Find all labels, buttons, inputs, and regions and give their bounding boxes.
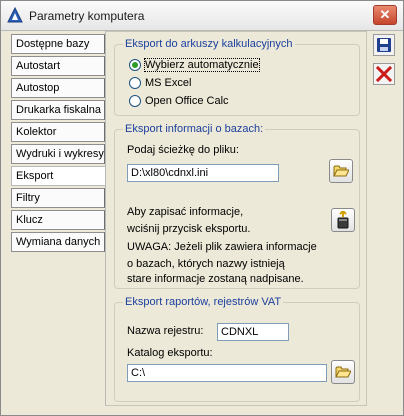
register-label: Nazwa rejestru:: [127, 325, 204, 337]
info-line-1: Aby zapisać informacje,: [127, 206, 244, 218]
settings-window: Parametry komputera ✕ Dostępne bazy Auto…: [0, 0, 404, 416]
group-title: Eksport informacji o bazach:: [123, 123, 266, 135]
window-close-button[interactable]: ✕: [373, 5, 397, 25]
register-input[interactable]: CDNXL: [217, 323, 289, 341]
eksport-panel: Eksport do arkuszy kalkulacyjnych Wybier…: [105, 31, 367, 406]
title-bar[interactable]: Parametry komputera ✕: [1, 1, 403, 31]
db-info-export-group: Eksport informacji o bazach: Podaj ścież…: [114, 123, 360, 289]
tab-wydruki-i-wykresy[interactable]: Wydruki i wykresy: [11, 144, 105, 164]
radio-auto[interactable]: Wybierz automatycznie: [129, 57, 260, 73]
group-title: Eksport raportów, rejestrów VAT: [123, 296, 284, 308]
window-title: Parametry komputera: [29, 9, 145, 23]
reports-export-group: Eksport raportów, rejestrów VAT Nazwa re…: [114, 296, 360, 402]
path-label: Podaj ścieżkę do pliku:: [127, 144, 239, 156]
warning-line-2: o bazach, których nazwy istnieją: [127, 258, 285, 270]
info-line-2: wciśnij przycisk eksportu.: [127, 223, 251, 235]
browse-file-button[interactable]: [329, 159, 353, 183]
export-button[interactable]: [331, 208, 355, 232]
browse-catalog-button[interactable]: [331, 360, 355, 384]
radio-open-office[interactable]: Open Office Calc: [129, 93, 229, 109]
radio-ms-excel[interactable]: MS Excel: [129, 75, 191, 91]
radio-label: Wybierz automatycznie: [144, 58, 260, 72]
radio-button[interactable]: [129, 77, 141, 89]
warning-line-3: stare informacje zostaną nadpisane.: [127, 273, 304, 285]
tab-filtry[interactable]: Filtry: [11, 188, 105, 208]
save-button[interactable]: [373, 34, 395, 56]
radio-button[interactable]: [129, 59, 141, 71]
floppy-disk-icon: [377, 38, 391, 52]
tab-kolektor[interactable]: Kolektor: [11, 122, 105, 142]
tab-drukarka-fiskalna[interactable]: Drukarka fiskalna: [11, 100, 105, 120]
tab-wymiana-danych[interactable]: Wymiana danych: [11, 232, 105, 252]
tab-dostepne-bazy[interactable]: Dostępne bazy: [11, 34, 105, 54]
radio-label: MS Excel: [145, 77, 192, 89]
cancel-button[interactable]: [373, 63, 395, 85]
radio-button[interactable]: [129, 95, 141, 107]
catalog-input[interactable]: C:\: [127, 364, 327, 382]
tab-autostart[interactable]: Autostart: [11, 56, 105, 76]
folder-open-icon: [335, 366, 351, 378]
tab-klucz[interactable]: Klucz: [11, 210, 105, 230]
tab-list: Dostępne bazy Autostart Autostop Drukark…: [11, 34, 107, 254]
app-triangle-icon: [7, 7, 23, 23]
spreadsheet-export-group: Eksport do arkuszy kalkulacyjnych Wybier…: [114, 38, 360, 116]
tab-autostop[interactable]: Autostop: [11, 78, 105, 98]
warning-line-1: UWAGA: Jeżeli plik zawiera informacje: [127, 241, 317, 253]
export-bucket-icon: [337, 211, 349, 229]
group-title: Eksport do arkuszy kalkulacyjnych: [123, 38, 295, 50]
folder-open-icon: [333, 165, 349, 177]
tab-eksport[interactable]: Eksport: [11, 166, 107, 186]
catalog-label: Katalog eksportu:: [127, 347, 213, 359]
path-input[interactable]: D:\xl80\cdnxl.ini: [127, 164, 279, 182]
radio-label: Open Office Calc: [145, 95, 229, 107]
red-x-icon: [376, 66, 392, 82]
